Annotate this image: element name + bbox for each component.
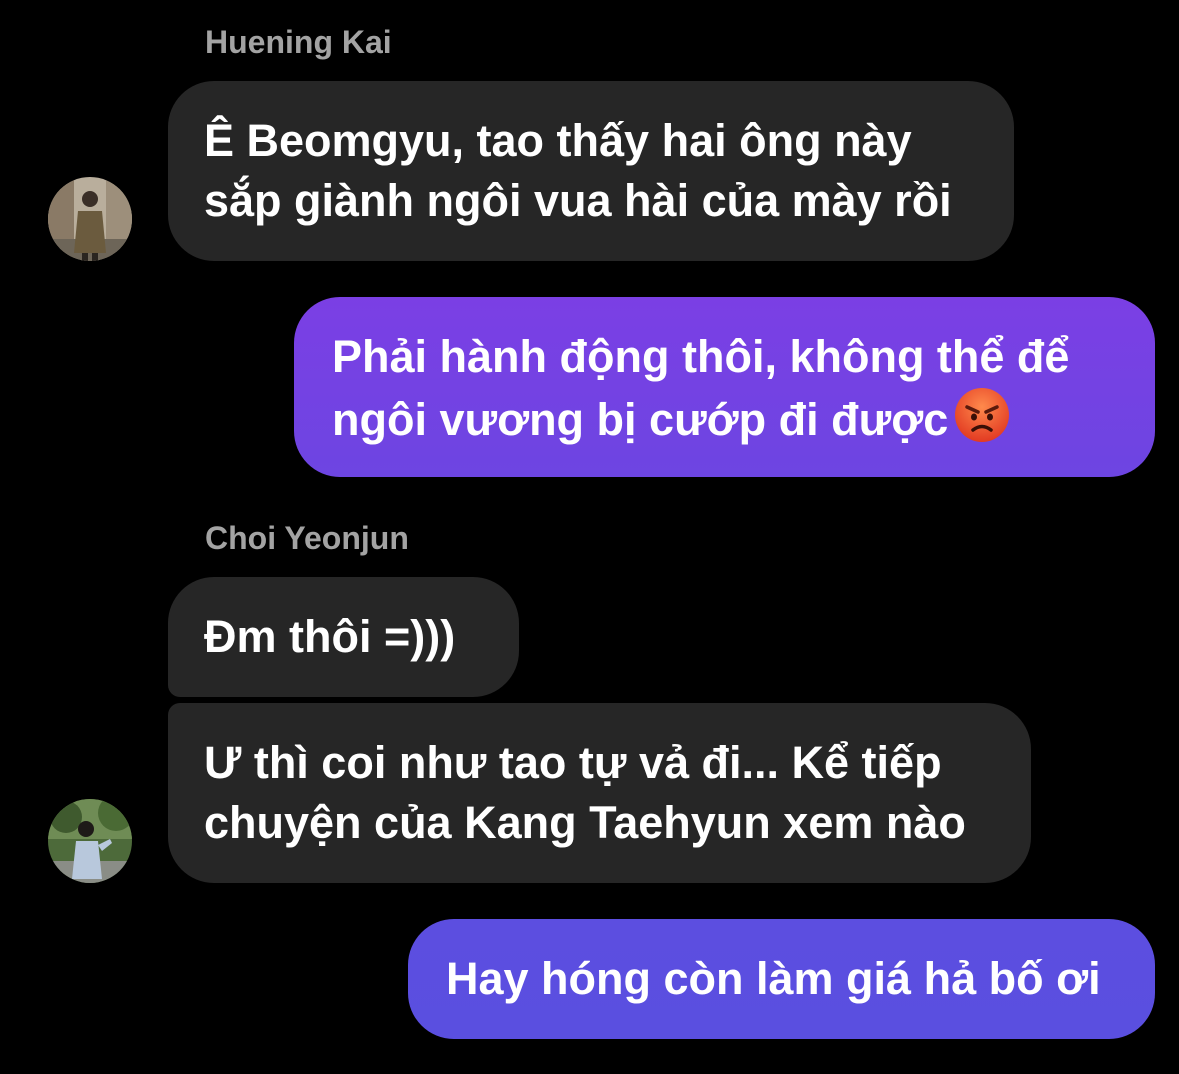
message-bubble-incoming[interactable]: Ê Beomgyu, tao thấy hai ông này sắp giàn… xyxy=(168,81,1014,261)
pouting-face-emoji-icon xyxy=(954,387,1010,458)
message-text: Đm thôi =))) xyxy=(204,611,456,662)
sender-name-choi-yeonjun: Choi Yeonjun xyxy=(205,520,409,556)
message-bubble-outgoing[interactable]: Hay hóng còn làm giá hả bố ơi xyxy=(408,919,1155,1039)
message-bubble-incoming[interactable]: Ư thì coi như tao tự vả đi... Kể tiếp ch… xyxy=(168,703,1031,883)
message-bubble-incoming[interactable]: Đm thôi =))) xyxy=(168,577,519,697)
message-text: Ê Beomgyu, tao thấy hai ông này xyxy=(204,115,912,166)
sender-name-huening-kai: Huening Kai xyxy=(205,24,392,60)
avatar-photo-icon xyxy=(48,799,132,883)
message-bubble-outgoing[interactable]: Phải hành động thôi, không thể để ngôi v… xyxy=(294,297,1155,477)
message-text: Phải hành động thôi, không thể để xyxy=(332,331,1070,382)
message-text: Hay hóng còn làm giá hả bố ơi xyxy=(446,953,1101,1004)
message-text: ngôi vương bị cướp đi được xyxy=(332,394,949,445)
message-text: Ư thì coi như tao tự vả đi... Kể tiếp xyxy=(204,737,942,788)
message-text: sắp giành ngôi vua hài của mày rồi xyxy=(204,175,952,226)
message-text: chuyện của Kang Taehyun xem nào xyxy=(204,797,966,848)
avatar-choi-yeonjun[interactable] xyxy=(48,799,132,883)
avatar-photo-icon xyxy=(48,177,132,261)
avatar-huening-kai[interactable] xyxy=(48,177,132,261)
